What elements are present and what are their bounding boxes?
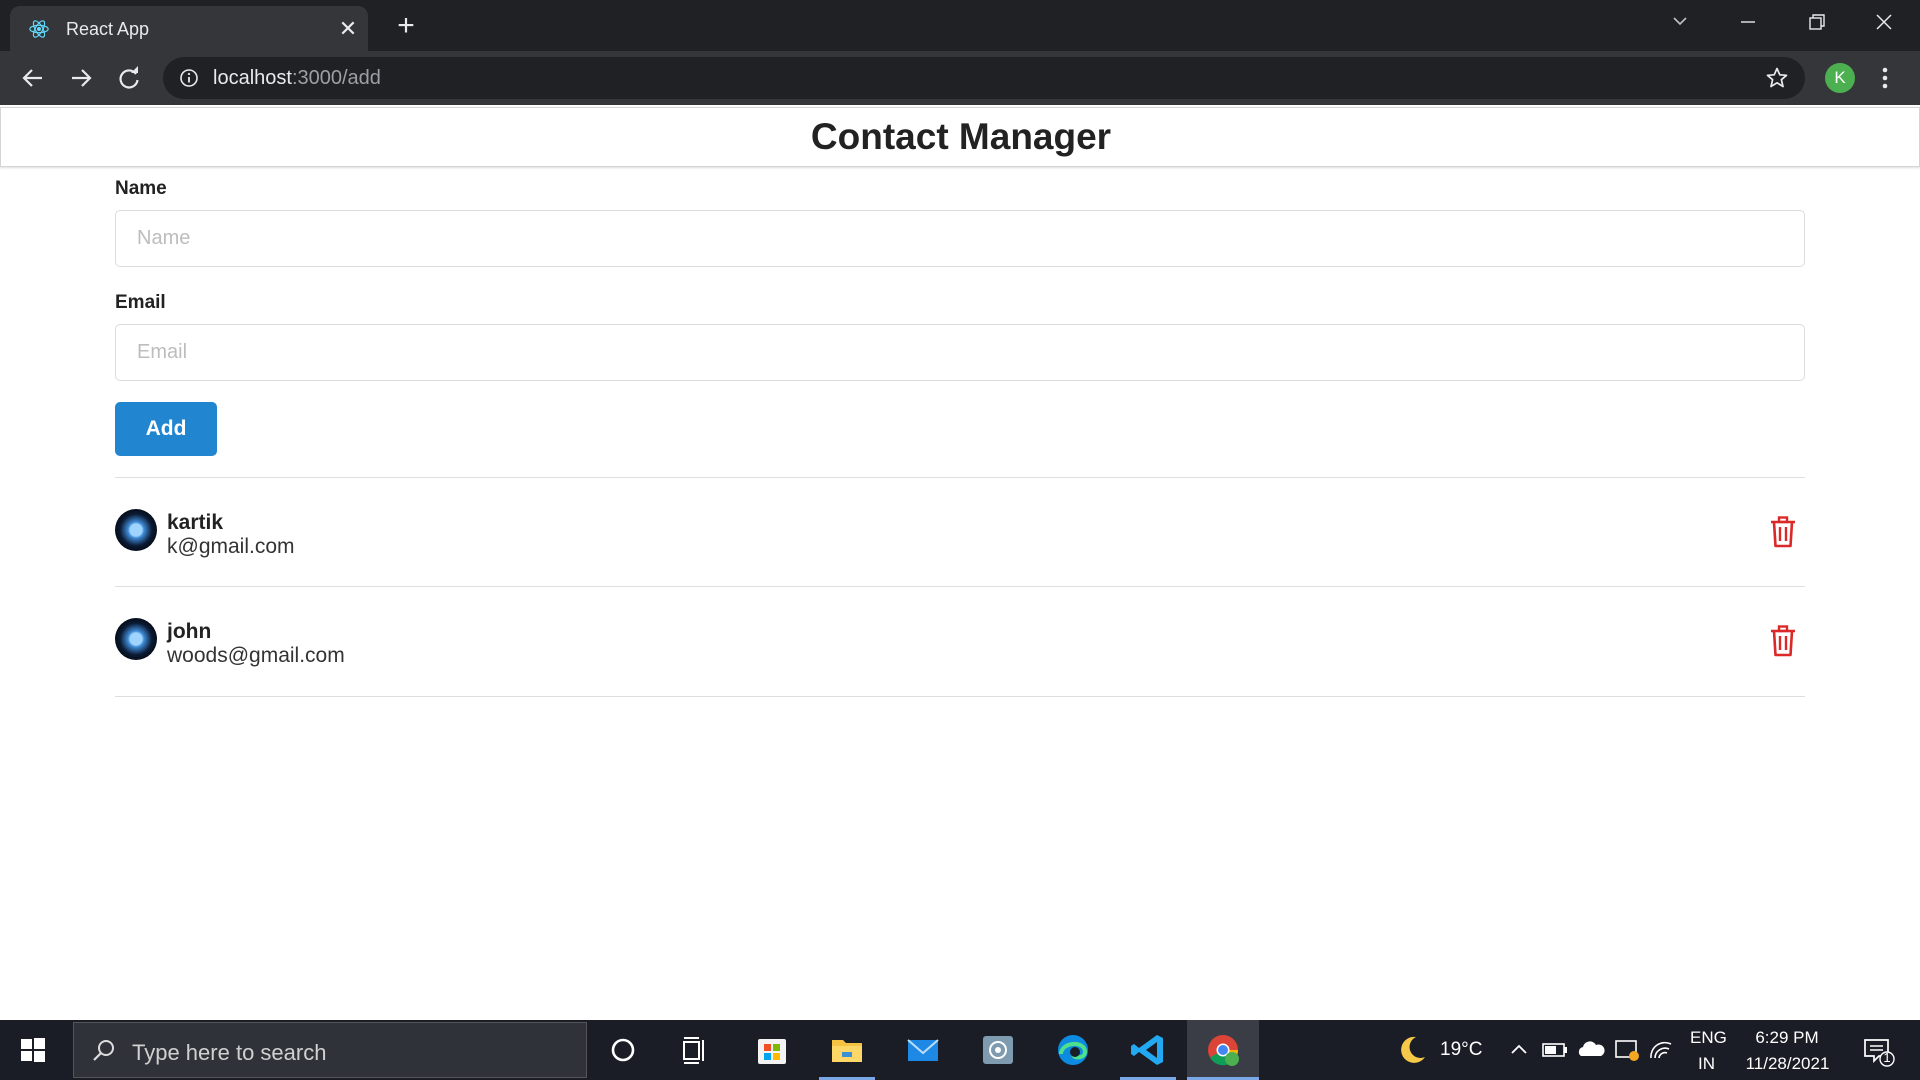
clock-date[interactable]: 11/28/2021	[1740, 1054, 1835, 1074]
chrome-taskbar-button[interactable]	[1187, 1020, 1259, 1080]
browser-tab[interactable]: React App ✕	[10, 6, 368, 51]
windows-taskbar: Type here to search 19°C ENG IN 6:29 PM …	[0, 1020, 1920, 1080]
address-bar[interactable]: localhost:3000/add	[163, 57, 1805, 99]
tab-close-icon[interactable]: ✕	[335, 16, 361, 42]
react-logo-icon	[29, 20, 49, 38]
trash-icon[interactable]	[1768, 516, 1798, 548]
info-icon[interactable]	[179, 68, 199, 88]
taskbar-search[interactable]: Type here to search	[73, 1022, 587, 1078]
browser-tab-bar: React App ✕ +	[0, 0, 1920, 51]
browser-toolbar: localhost:3000/add K	[0, 51, 1920, 105]
contact-name: kartik	[167, 511, 224, 534]
trash-icon[interactable]	[1768, 625, 1798, 657]
contact-item: kartik k@gmail.com	[115, 478, 1805, 586]
task-view-icon[interactable]	[673, 1028, 717, 1072]
contact-item: john woods@gmail.com	[115, 587, 1805, 695]
chrome-icon	[1208, 1035, 1239, 1066]
weather-moon-icon[interactable]	[1390, 1028, 1434, 1072]
file-explorer-icon[interactable]	[825, 1028, 869, 1072]
search-icon	[93, 1040, 114, 1061]
vscode-icon[interactable]	[1126, 1028, 1170, 1072]
cortana-icon[interactable]	[601, 1028, 645, 1072]
notification-center-icon[interactable]	[1855, 1028, 1899, 1072]
contact-email: k@gmail.com	[167, 535, 295, 558]
name-label: Name	[115, 178, 167, 199]
star-icon[interactable]	[1765, 66, 1789, 90]
list-divider	[115, 696, 1805, 697]
name-input[interactable]	[115, 210, 1805, 267]
windows-start-icon[interactable]	[20, 1037, 46, 1063]
avatar	[115, 509, 157, 551]
tab-search-chevron-icon[interactable]	[1660, 6, 1700, 38]
browser-menu-icon[interactable]	[1875, 63, 1895, 93]
edge-browser-icon[interactable]	[1051, 1028, 1095, 1072]
forward-arrow-icon[interactable]	[66, 63, 96, 93]
language-region: IN	[1698, 1054, 1715, 1073]
profile-avatar[interactable]: K	[1825, 63, 1855, 93]
page-title: Contact Manager	[810, 116, 1112, 157]
url-path: :3000/add	[291, 67, 381, 89]
mail-icon[interactable]	[901, 1028, 945, 1072]
new-tab-button[interactable]: +	[390, 10, 422, 42]
minimize-icon[interactable]	[1728, 6, 1768, 38]
back-arrow-icon[interactable]	[18, 63, 48, 93]
microsoft-store-icon[interactable]	[750, 1028, 794, 1072]
page-content: Contact Manager Name Email Add kartik k@…	[0, 105, 1920, 1020]
url-text[interactable]: localhost:3000/add	[213, 67, 381, 90]
wifi-icon[interactable]	[1641, 1028, 1685, 1072]
app-header: Contact Manager	[0, 107, 1920, 167]
avatar	[115, 618, 157, 660]
notification-count: 1	[1883, 1050, 1891, 1065]
search-placeholder: Type here to search	[132, 1040, 327, 1065]
reload-icon[interactable]	[114, 63, 144, 93]
email-label: Email	[115, 292, 166, 313]
temperature[interactable]: 19°C	[1440, 1039, 1482, 1061]
add-button[interactable]: Add	[115, 402, 217, 456]
close-window-icon[interactable]	[1864, 6, 1904, 38]
language-indicator[interactable]: ENG	[1690, 1028, 1727, 1048]
restore-icon[interactable]	[1796, 6, 1836, 38]
contact-email: woods@gmail.com	[167, 644, 345, 667]
clock-time[interactable]: 6:29 PM	[1754, 1028, 1820, 1048]
contact-name: john	[167, 620, 212, 643]
email-input[interactable]	[115, 324, 1805, 381]
tab-title: React App	[66, 19, 150, 39]
url-host: localhost	[213, 67, 292, 89]
photos-app-icon[interactable]	[976, 1028, 1020, 1072]
